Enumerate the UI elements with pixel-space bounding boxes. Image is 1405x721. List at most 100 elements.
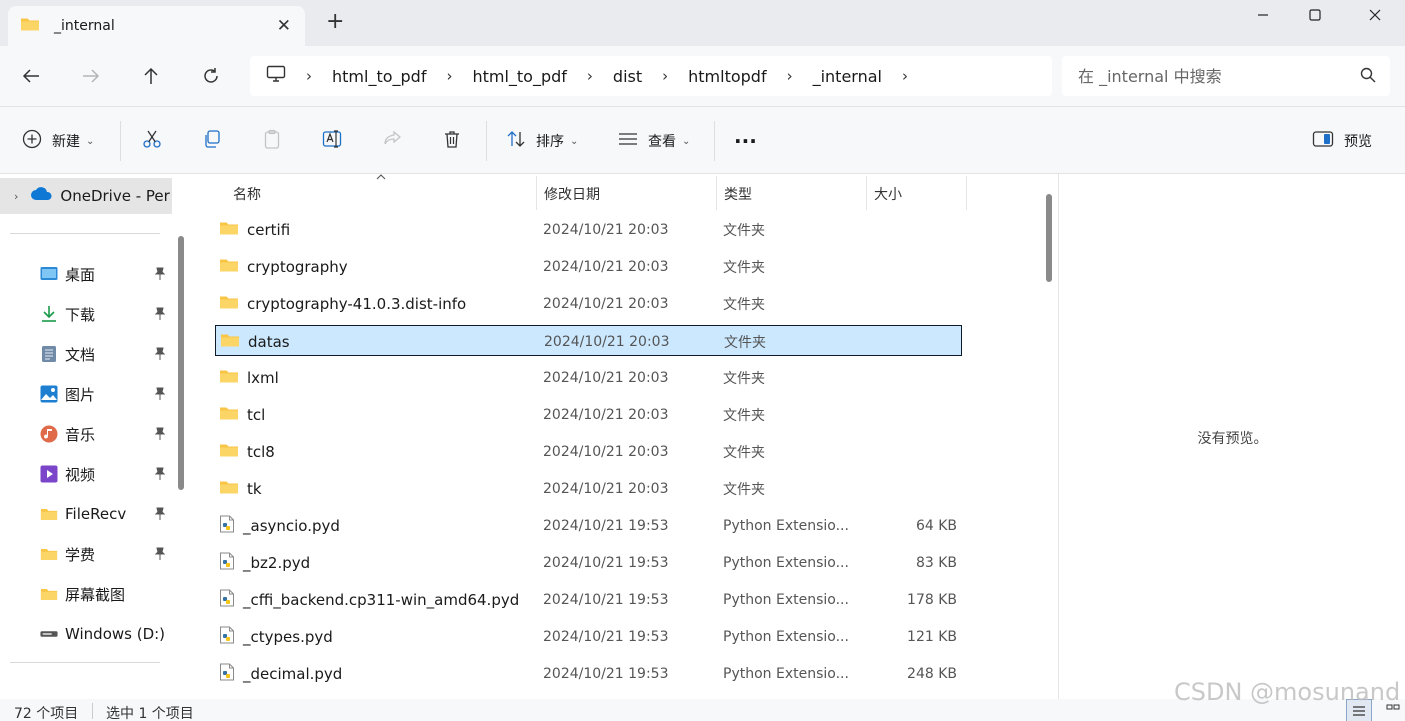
column-divider[interactable]	[966, 176, 967, 210]
command-bar: 新建 ⌄ 排序 ⌄ 查看 ⌄ ··· 预览	[0, 106, 1405, 174]
file-name-cell: _decimal.pyd	[219, 658, 342, 689]
file-row[interactable]: cryptography 2024/10/21 20:03 文件夹	[215, 251, 962, 282]
selection-count: 选中 1 个项目	[106, 706, 194, 721]
paste-button[interactable]	[262, 127, 282, 155]
sidebar-item-music[interactable]: 音乐	[40, 420, 172, 448]
file-date: 2024/10/21 19:53	[543, 628, 669, 645]
tab-internal[interactable]: _internal ✕	[8, 6, 305, 46]
sidebar-item-label: 下载	[65, 305, 96, 324]
divider	[120, 121, 121, 161]
copy-icon	[202, 129, 222, 153]
more-options-button[interactable]: ···	[734, 127, 757, 155]
close-window-button[interactable]	[1350, 2, 1400, 28]
sidebar-item-downloads[interactable]: 下载	[40, 300, 172, 328]
file-row[interactable]: datas 2024/10/21 20:03 文件夹	[215, 325, 962, 356]
search-icon[interactable]	[1360, 67, 1376, 87]
sidebar-item-filerecv[interactable]: FileRecv	[40, 500, 172, 528]
file-row[interactable]: cryptography-41.0.3.dist-info 2024/10/21 …	[215, 288, 962, 319]
file-size	[855, 473, 957, 504]
sort-button[interactable]: 排序 ⌄	[506, 127, 578, 155]
minimize-button[interactable]	[1238, 2, 1288, 28]
chevron-right-icon[interactable]: ›	[14, 190, 18, 203]
breadcrumb-html-to-pdf[interactable]: html_to_pdf	[332, 67, 426, 86]
folder-icon	[40, 545, 58, 563]
this-pc-icon[interactable]	[266, 65, 286, 87]
file-date: 2024/10/21 19:53	[543, 517, 669, 534]
breadcrumb-separator-icon[interactable]: ›	[587, 67, 593, 85]
column-divider[interactable]	[716, 176, 717, 210]
breadcrumb-internal[interactable]: _internal	[813, 67, 882, 86]
sidebar-item-tuition[interactable]: 学费	[40, 540, 172, 568]
chevron-down-icon: ⌄	[570, 135, 579, 147]
breadcrumb-separator-icon[interactable]: ›	[306, 67, 312, 85]
file-name: cryptography-41.0.3.dist-info	[247, 294, 467, 313]
share-button[interactable]	[382, 127, 402, 155]
file-date: 2024/10/21 19:53	[543, 591, 669, 608]
sidebar-scrollbar[interactable]	[178, 236, 184, 490]
file-date: 2024/10/21 20:03	[543, 369, 669, 386]
sidebar-item-onedrive[interactable]: › OneDrive - Per	[0, 178, 172, 214]
file-type: Python Extensio...	[723, 628, 849, 645]
rename-button[interactable]	[322, 127, 344, 155]
sidebar-item-label: 图片	[65, 385, 96, 404]
file-row[interactable]: _decimal.pyd 2024/10/21 19:53 Python Exten…	[215, 658, 962, 689]
file-row[interactable]: certifi 2024/10/21 20:03 文件夹	[215, 214, 962, 245]
sidebar-item-label: 文档	[65, 345, 96, 364]
sidebar-item-pictures[interactable]: 图片	[40, 380, 172, 408]
file-name-cell: datas	[220, 326, 290, 357]
file-row[interactable]: _asyncio.pyd 2024/10/21 19:53 Python Exten…	[215, 510, 962, 541]
file-type: 文件夹	[723, 444, 765, 461]
search-input[interactable]	[1070, 62, 1350, 90]
file-row[interactable]: _cffi_backend.cp311-win_amd64.pyd 2024/10…	[215, 584, 962, 615]
file-name-cell: lxml	[219, 362, 279, 393]
file-list-scrollbar[interactable]	[1046, 194, 1052, 282]
breadcrumb-separator-icon[interactable]: ›	[446, 67, 452, 85]
sidebar-item-documents[interactable]: 文档	[40, 340, 172, 368]
new-button[interactable]: 新建 ⌄	[22, 127, 94, 155]
file-row[interactable]: lxml 2024/10/21 20:03 文件夹	[215, 362, 962, 393]
file-size	[855, 399, 957, 430]
breadcrumb-separator-icon[interactable]: ›	[662, 67, 668, 85]
add-icon	[22, 129, 42, 153]
file-row[interactable]: _bz2.pyd 2024/10/21 19:53 Python Extensio.…	[215, 547, 962, 578]
breadcrumb-htmltopdf[interactable]: htmltopdf	[688, 67, 766, 86]
close-tab-icon[interactable]: ✕	[277, 16, 291, 36]
sidebar-item-windows-d[interactable]: Windows (D:)	[40, 620, 172, 648]
file-row[interactable]: tcl 2024/10/21 20:03 文件夹	[215, 399, 962, 430]
address-bar[interactable]: › html_to_pdf › html_to_pdf › dist › htm…	[250, 56, 1052, 96]
file-row[interactable]: tcl8 2024/10/21 20:03 文件夹	[215, 436, 962, 467]
sidebar-item-desktop[interactable]: 桌面	[40, 260, 172, 288]
column-divider[interactable]	[536, 176, 537, 210]
column-divider[interactable]	[866, 176, 867, 210]
breadcrumb-separator-icon[interactable]: ›	[902, 67, 908, 85]
view-button[interactable]: 查看 ⌄	[618, 127, 690, 155]
up-button[interactable]	[136, 61, 166, 91]
cut-button[interactable]	[142, 127, 162, 155]
refresh-button[interactable]	[196, 61, 226, 91]
preview-pane-button[interactable]: 预览	[1312, 127, 1372, 155]
copy-button[interactable]	[202, 127, 222, 155]
breadcrumb-html-to-pdf-inner[interactable]: html_to_pdf	[472, 67, 566, 86]
sidebar-item-screenshots[interactable]: 屏幕截图	[40, 580, 172, 608]
sidebar-item-label: 桌面	[65, 265, 96, 284]
file-row[interactable]: _ctypes.pyd 2024/10/21 19:53 Python Extens…	[215, 621, 962, 652]
divider	[10, 233, 160, 234]
breadcrumb-dist[interactable]: dist	[613, 67, 642, 86]
maximize-button[interactable]	[1290, 2, 1340, 28]
column-header-date[interactable]: 修改日期	[544, 180, 600, 208]
file-size	[855, 288, 957, 319]
search-box[interactable]	[1062, 56, 1390, 96]
pin-icon	[154, 507, 166, 521]
folder-icon	[20, 16, 40, 36]
sidebar-item-videos[interactable]: 视频	[40, 460, 172, 488]
column-header-size[interactable]: 大小	[874, 180, 902, 208]
column-header-name[interactable]: 名称	[233, 180, 261, 208]
forward-button[interactable]	[76, 61, 106, 91]
new-tab-button[interactable]: +	[326, 11, 344, 33]
delete-button[interactable]	[442, 127, 462, 155]
breadcrumb-separator-icon[interactable]: ›	[787, 67, 793, 85]
file-name: _cffi_backend.cp311-win_amd64.pyd	[243, 590, 520, 609]
column-header-type[interactable]: 类型	[724, 180, 752, 208]
file-row[interactable]: tk 2024/10/21 20:03 文件夹	[215, 473, 962, 504]
back-button[interactable]	[16, 61, 46, 91]
